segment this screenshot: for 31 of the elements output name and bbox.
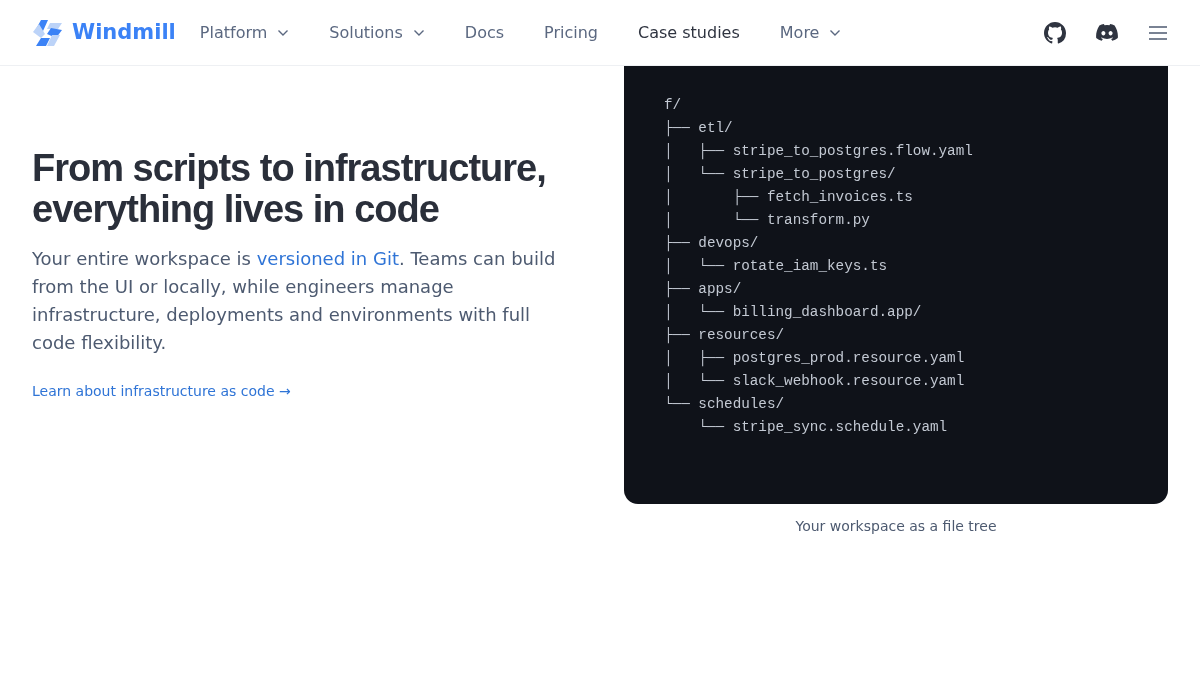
menu-icon[interactable] (1148, 25, 1168, 40)
learn-more-link[interactable]: Learn about infrastructure as code → (32, 381, 291, 403)
nav-link[interactable]: Solutions (329, 20, 425, 45)
file-tree-line: │ └── slack_webhook.resource.yaml (664, 372, 966, 392)
file-tree-line: ├── apps/ (664, 280, 743, 300)
file-tree-line: ├── etl/ (664, 119, 734, 139)
git-link[interactable]: versioned in Git (256, 248, 399, 270)
file-tree-line: └── schedules/ (664, 395, 786, 414)
file-tree-line: │ ├── fetch_invoices.ts (664, 188, 914, 208)
github-icon[interactable] (1044, 21, 1066, 44)
brand-name[interactable]: Windmill (72, 16, 176, 49)
nav-link[interactable]: More (779, 20, 842, 45)
nav-link[interactable]: Pricing (544, 20, 598, 45)
file-tree-line: │ ├── stripe_to_postgres.flow.yaml (664, 142, 974, 162)
file-tree-line: f/ (664, 96, 683, 115)
file-tree-line: │ └── billing_dashboard.app/ (664, 303, 923, 323)
file-tree-line: │ └── transform.py (664, 211, 871, 231)
chat-controller-icon[interactable] (1096, 24, 1118, 41)
nav-link[interactable]: Case studies (638, 20, 740, 45)
file-tree-caption: Your workspace as a file tree (794, 517, 998, 536)
hero-paragraph: Your entire workspace is versioned in Git. Teams can build from the UI or locally, while engineers manage infrastructure, deployments and environments with full code flexibility. (32, 247, 557, 356)
nav-link[interactable]: Platform (199, 20, 290, 45)
file-tree-line: └── stripe_sync.schedule.yaml (697, 418, 949, 437)
file-tree-line: │ └── stripe_to_postgres/ (664, 165, 897, 185)
hero-heading: From scripts to infrastructure, everything lives in code (32, 148, 547, 230)
logo-icon (32, 17, 64, 48)
nav-link[interactable]: Docs (464, 20, 505, 45)
file-tree-line: ├── devops/ (664, 234, 760, 254)
file-tree-line: │ └── rotate_iam_keys.ts (664, 257, 889, 277)
file-tree-line: │ ├── postgres_prod.resource.yaml (664, 349, 966, 369)
file-tree-line: ├── resources/ (664, 326, 786, 346)
